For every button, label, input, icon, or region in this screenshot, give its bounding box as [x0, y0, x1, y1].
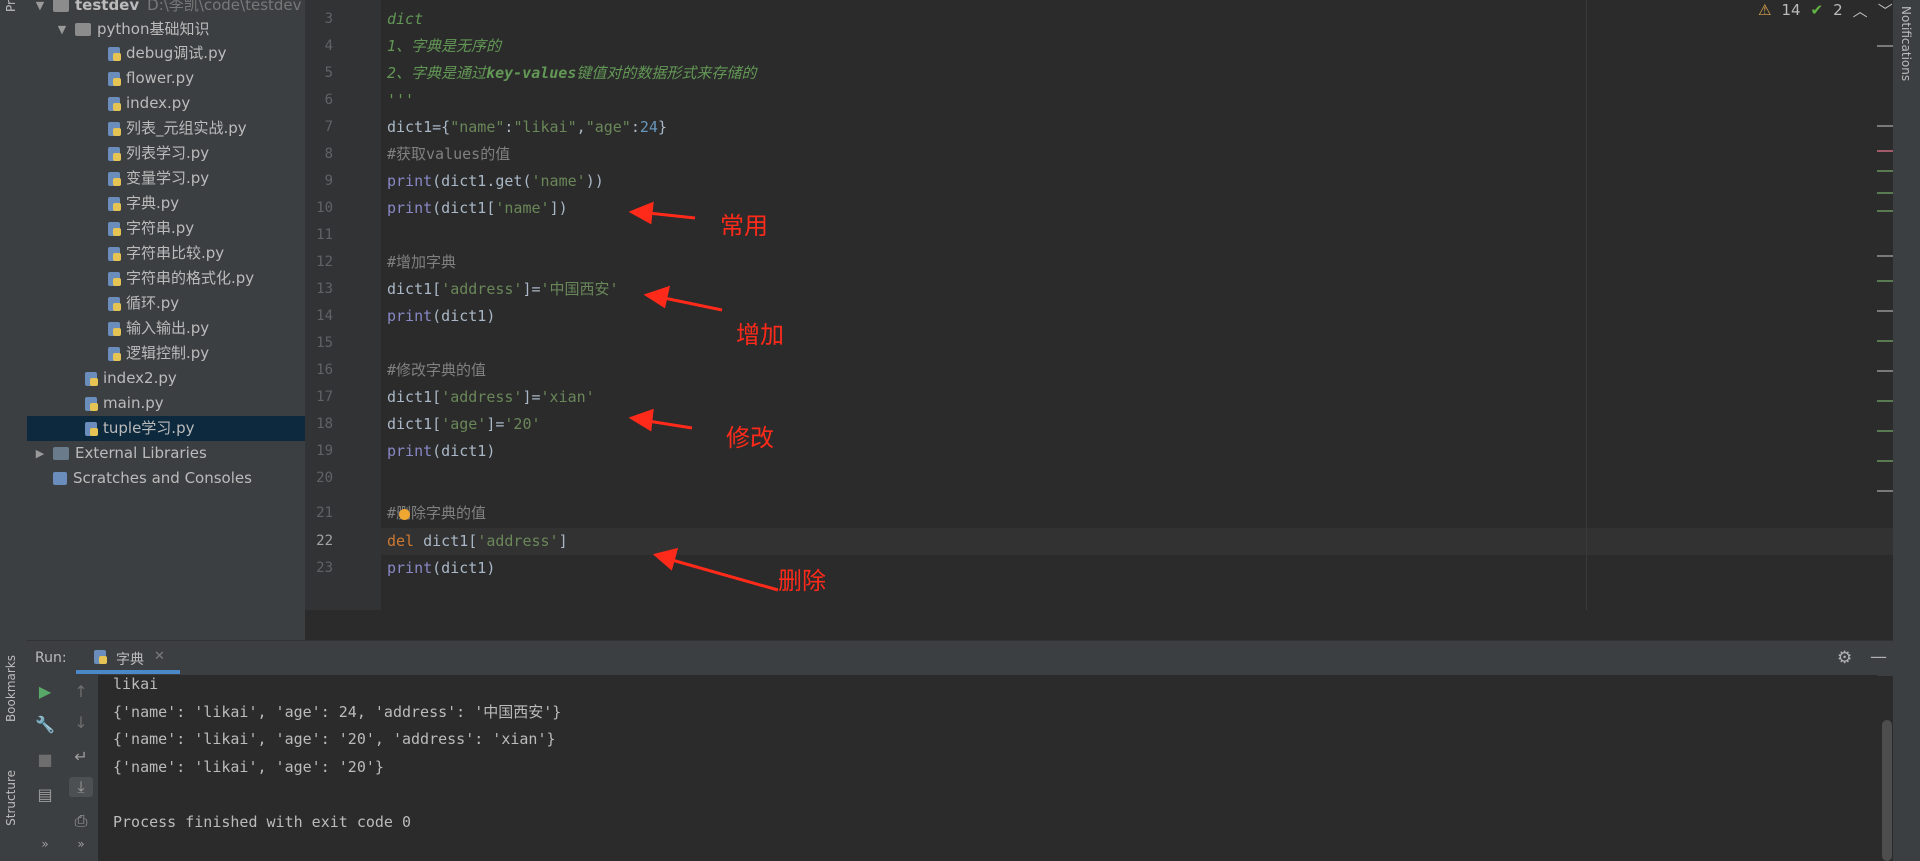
arrow-common [647, 211, 696, 220]
arrow-head [628, 201, 654, 225]
console-line: Process finished with exit code 0 [113, 812, 412, 831]
right-tool-strip: Notifications [1893, 0, 1920, 861]
more-icon[interactable]: » [33, 837, 57, 851]
arrow-head [643, 285, 671, 309]
rerun-icon[interactable]: ▶ [33, 682, 57, 701]
run-toolbar: ▶ 🔧 ■ ▤ » [27, 675, 65, 861]
annotation-delete: 删除 [778, 567, 826, 595]
arrow-down-icon[interactable]: ↓ [69, 713, 93, 732]
notifications-tool-tab[interactable]: Notifications [1899, 6, 1913, 81]
annotation-common: 常用 [720, 212, 768, 240]
soft-wrap-icon[interactable]: ↵ [69, 747, 93, 766]
print-icon[interactable]: ⎙ [69, 811, 93, 831]
console-scrollbar[interactable] [1882, 720, 1892, 861]
annotation-add: 增加 [736, 321, 784, 349]
arrow-delete [671, 558, 779, 592]
run-panel-header: Run: ⚙ — [27, 640, 1920, 676]
gear-icon[interactable]: ⚙ [1837, 648, 1852, 668]
arrow-up-icon[interactable]: ↑ [69, 682, 93, 701]
run-label: Run: [35, 650, 67, 666]
console-line: {'name': 'likai', 'age': 24, 'address': … [113, 702, 562, 721]
python-file-icon [92, 649, 108, 665]
console-line: likai [113, 675, 159, 693]
stop-icon[interactable]: ■ [33, 750, 57, 769]
console-toolbar: ↑ ↓ ↵ ⤓ ⎙ » [64, 675, 98, 861]
more-icon[interactable]: » [69, 837, 93, 851]
arrow-add [663, 296, 723, 312]
console-line: {'name': 'likai', 'age': '20'} [113, 757, 384, 776]
run-tab-label: 字典 [116, 652, 144, 668]
arrow-head [628, 408, 654, 432]
close-icon[interactable]: ✕ [154, 649, 165, 664]
annotation-modify: 修改 [726, 424, 774, 452]
console-line: {'name': 'likai', 'age': '20', 'address'… [113, 730, 556, 748]
scroll-to-end-icon[interactable]: ⤓ [69, 777, 93, 797]
wrench-icon[interactable]: 🔧 [33, 715, 57, 734]
minimize-icon[interactable]: — [1870, 647, 1887, 667]
arrow-modify [647, 419, 693, 430]
layout-icon[interactable]: ▤ [33, 785, 57, 804]
arrow-head [652, 547, 679, 571]
